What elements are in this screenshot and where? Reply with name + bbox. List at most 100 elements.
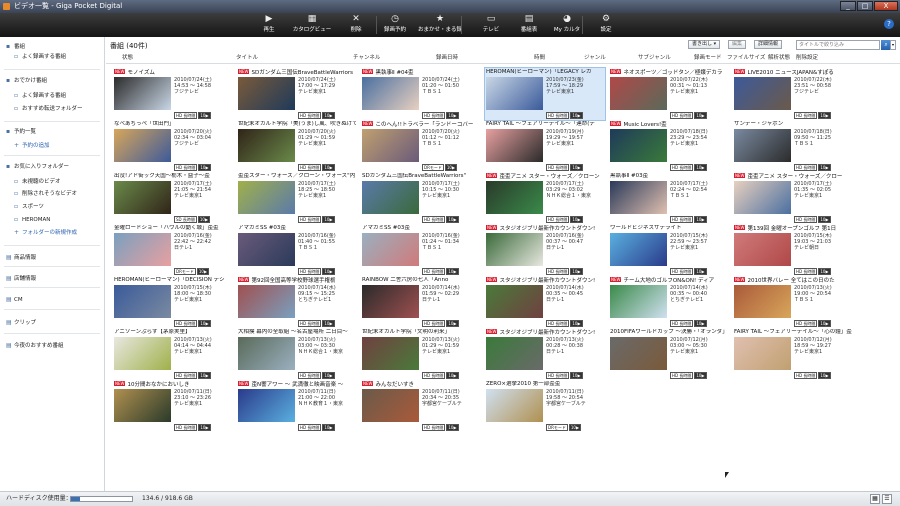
- program-thumbnail[interactable]: [610, 181, 667, 214]
- toolbar-play-button[interactable]: ▶ 再生: [247, 13, 291, 37]
- toolbar-star-button[interactable]: ★ おまかせ・まる録: [418, 13, 462, 37]
- program-card[interactable]: NEW スタジオジブリ最新作カウントダウン! 2010/07/16(金) 00:37 …: [486, 225, 604, 275]
- program-thumbnail[interactable]: [734, 77, 791, 110]
- program-card[interactable]: NEW 10分間おなかにおいしき 2010/07/11(日) 23:10 ～ 23:2…: [114, 381, 232, 431]
- sidebar-item[interactable]: ▫ よく録画する番組: [14, 53, 66, 61]
- program-card[interactable]: NEW ネオスポーツ／ゴッドタン／極嬢デカラ 2010/07/22(木) 00:31 …: [610, 69, 728, 119]
- program-thumbnail[interactable]: [486, 233, 543, 266]
- program-card[interactable]: アマガミSS #03歪 2010/07/16(金) 01:24 ～ 01:34 ＴＢＳ…: [362, 225, 480, 275]
- column-header[interactable]: サブジャンル: [638, 54, 671, 63]
- program-card[interactable]: 大相撲 幕内の全取組 ～名古屋場所 二日目～ 2010/07/13(火) 03:00…: [238, 329, 356, 379]
- program-card[interactable]: ZERO×選挙2010 第一部歪歪 2010/07/11(日) 19:58 ～ 20…: [486, 381, 604, 431]
- program-card[interactable]: 2010FIFAワールドカップ ～決勝・「オランダ」 2010/07/12(月) 0…: [610, 329, 728, 379]
- sidebar-section[interactable]: ▤ 今夜のおすすめ番組: [6, 342, 64, 350]
- detail-info-button[interactable]: 詳細情報: [754, 40, 783, 49]
- program-thumbnail[interactable]: [362, 233, 419, 266]
- sidebar-item[interactable]: + フォルダーの新規作成: [14, 229, 77, 237]
- program-thumbnail[interactable]: [486, 77, 543, 110]
- program-thumbnail[interactable]: [238, 77, 295, 110]
- program-thumbnail[interactable]: [114, 77, 171, 110]
- program-card[interactable]: NEW Music Lovers!歪 2010/07/18(日) 23:29 ～ 23…: [610, 121, 728, 171]
- program-thumbnail[interactable]: [238, 181, 295, 214]
- program-thumbnail[interactable]: [362, 285, 419, 318]
- program-card[interactable]: NEW 第92回全国高等学校野球選手権栃 2010/07/14(水) 09:15 ～ …: [238, 277, 356, 327]
- toolbar-delete-button[interactable]: ✕ 削除: [334, 13, 378, 37]
- program-thumbnail[interactable]: [486, 181, 543, 214]
- program-thumbnail[interactable]: [238, 285, 295, 318]
- chevron-down-icon[interactable]: ▾: [890, 40, 896, 50]
- program-card[interactable]: アニソーンぷらす【茅原実里】 2010/07/13(火) 04:14 ～ 04:44…: [114, 329, 232, 379]
- program-card[interactable]: 出没!アド街ック天国～栃木・益子～歪 2010/07/17(土) 21:05 ～ 2…: [114, 173, 232, 223]
- list-view-icon[interactable]: ☰: [882, 494, 892, 504]
- program-thumbnail[interactable]: [486, 337, 543, 370]
- column-header[interactable]: 時間: [534, 54, 545, 63]
- program-thumbnail[interactable]: [610, 233, 667, 266]
- program-card[interactable]: NEW LIVE2010 ニュースJAPAN&すぽる 2010/07/22(木) 23…: [734, 69, 852, 119]
- program-thumbnail[interactable]: [238, 337, 295, 370]
- maximize-button[interactable]: □: [857, 1, 873, 11]
- program-card[interactable]: NEW 黒執事Ⅱ #04歪 2010/07/24(土) 01:20 ～ 01:50 ＴＢ…: [362, 69, 480, 119]
- program-thumbnail[interactable]: [486, 389, 543, 422]
- close-button[interactable]: X: [874, 1, 898, 11]
- program-thumbnail[interactable]: [362, 129, 419, 162]
- toolbar-settings-button[interactable]: ⚙ 設定: [584, 13, 628, 37]
- program-thumbnail[interactable]: [238, 389, 295, 422]
- sidebar-section[interactable]: ▤ 店舗情報: [6, 275, 36, 283]
- sidebar-item[interactable]: ▫ HEROMAN: [14, 216, 50, 224]
- program-card[interactable]: NEW 2010世界バレー 全てはこの日のた 2010/07/13(火) 19:00 …: [734, 277, 852, 327]
- program-thumbnail[interactable]: [114, 389, 171, 422]
- sidebar-section[interactable]: ▪ お気に入りフォルダー: [6, 163, 69, 171]
- program-card[interactable]: NEW 第139回 金曜オープンゴルフ 第1日 2010/07/15(木) 19:03…: [734, 225, 852, 275]
- program-thumbnail[interactable]: [238, 233, 295, 266]
- program-thumbnail[interactable]: [734, 181, 791, 214]
- sidebar-item[interactable]: + 予約の追加: [14, 142, 50, 150]
- program-card[interactable]: RAINBOW 二舎六房の七人「Anno 2010/07/14(水) 01:59 ～…: [362, 277, 480, 327]
- column-header[interactable]: 状態: [122, 54, 133, 63]
- column-header[interactable]: ジャンル: [584, 54, 606, 63]
- sidebar-item[interactable]: ▫ おすすめ転送フォルダー: [14, 105, 83, 113]
- toolbar-catalog-button[interactable]: ▦ カタログビュー: [290, 13, 334, 37]
- column-header[interactable]: 録画日時: [436, 54, 458, 63]
- program-thumbnail[interactable]: [486, 285, 543, 318]
- program-thumbnail[interactable]: [362, 337, 419, 370]
- program-card[interactable]: NEW SDガンダム三国伝BraveBattleWarriors 2010/07/2…: [238, 69, 356, 119]
- program-card[interactable]: 歪歪スター・ウォーズ／クローン・ウォーズ"内 2010/07/17(土) 18:25…: [238, 173, 356, 223]
- column-header[interactable]: タイトル: [236, 54, 258, 63]
- program-card[interactable]: NEW スタジオジブリ最新作カウントダウン! 2010/07/14(水) 00:35 …: [486, 277, 604, 327]
- sidebar-section[interactable]: ▤ 商品情報: [6, 254, 36, 262]
- program-card[interactable]: NEW チーム大地のゴルフON&ON! ディア 2010/07/14(水) 00:35…: [610, 277, 728, 327]
- title-filter-input[interactable]: [796, 40, 880, 50]
- program-thumbnail[interactable]: [486, 129, 543, 162]
- program-card[interactable]: NEW スタジオジブリ最新作カウントダウン! 2010/07/13(火) 00:28 …: [486, 329, 604, 379]
- program-thumbnail[interactable]: [734, 233, 791, 266]
- program-thumbnail[interactable]: [114, 285, 171, 318]
- grid-view-icon[interactable]: ▦: [870, 494, 880, 504]
- program-thumbnail[interactable]: [734, 285, 791, 318]
- export-dropdown[interactable]: 書き出し ▾: [688, 40, 721, 49]
- program-thumbnail[interactable]: [610, 129, 667, 162]
- column-header[interactable]: 解析状態: [768, 54, 790, 63]
- program-thumbnail[interactable]: [114, 129, 171, 162]
- sidebar-section[interactable]: ▪ 番組: [6, 43, 25, 51]
- program-thumbnail[interactable]: [238, 129, 295, 162]
- program-thumbnail[interactable]: [114, 337, 171, 370]
- column-header[interactable]: チャンネル: [353, 54, 380, 63]
- column-header[interactable]: 削除設定: [796, 54, 818, 63]
- sidebar-section[interactable]: ▪ 予約一覧: [6, 128, 36, 136]
- program-card[interactable]: NEW 歪歪アニメ スター・ウォーズ／クローン 2010/07/17(土) 03:29…: [486, 173, 604, 223]
- sidebar-section[interactable]: ▤ CM: [6, 296, 23, 304]
- program-card[interactable]: HEROMAN(ヒーローマン)「DECISION デシ 2010/07/15(木)…: [114, 277, 232, 327]
- program-card[interactable]: FAIRY TAIL ～フェアリーテイル～「心の鐘」歪 2010/07/12(月)…: [734, 329, 852, 379]
- program-thumbnail[interactable]: [362, 77, 419, 110]
- program-thumbnail[interactable]: [114, 233, 171, 266]
- program-thumbnail[interactable]: [114, 181, 171, 214]
- sidebar-section[interactable]: ▪ おでかけ番組: [6, 77, 47, 85]
- toolbar-timer-button[interactable]: ◷ 録画予約: [373, 13, 417, 37]
- program-card[interactable]: FAIRY TAIL ～フェアリーテイル～「連命(デ 2010/07/19(月) 1…: [486, 121, 604, 171]
- program-card[interactable]: なべあちっぺ「世田門」 2010/07/20(火) 02:34 ～ 03:04 フジテ…: [114, 121, 232, 171]
- program-card[interactable]: NEW このへん!!トラベラー「ランドーコバー 2010/07/20(火) 01:12…: [362, 121, 480, 171]
- sidebar-item[interactable]: ▫ よく録画する番組: [14, 92, 66, 100]
- program-thumbnail[interactable]: [610, 337, 667, 370]
- minimize-button[interactable]: _: [840, 1, 856, 11]
- program-thumbnail[interactable]: [362, 181, 419, 214]
